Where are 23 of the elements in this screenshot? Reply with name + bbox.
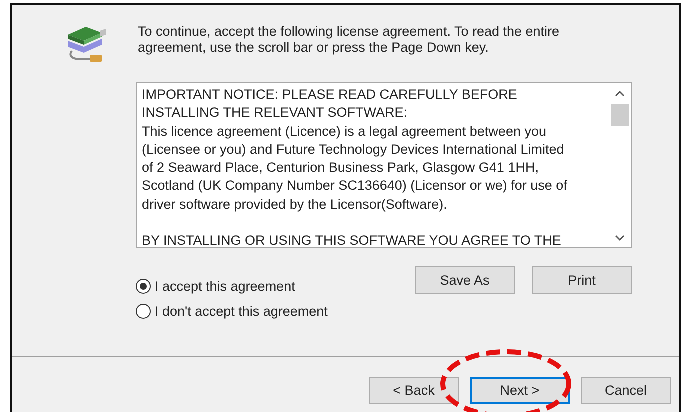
instruction-text: agreement, use the scroll bar or press the Page Down key.: [138, 40, 490, 56]
radio-option[interactable]: I don't accept this agreement: [136, 299, 328, 324]
nav-button[interactable]: Cancel: [581, 377, 671, 404]
license-text-line: BY INSTALLING OR USING THIS SOFTWARE YOU AGREE TO THE: [142, 232, 562, 247]
license-text-line: (Licensee or you) and Future Technology Devices International Limited: [142, 140, 566, 159]
license-text-line: Scotland (UK Company Number SC136640) (Licensor or we) for use of: [142, 177, 568, 196]
instruction-text: To continue, accept the following license agreement. To read the entire: [138, 24, 560, 40]
license-text-line: INSTALLING THE RELEVANT SOFTWARE:: [142, 104, 409, 122]
radio-option[interactable]: I accept this agreement: [136, 274, 296, 299]
radio-button[interactable]: [136, 304, 151, 319]
license-text-area[interactable]: [136, 82, 632, 248]
scroll-down-icon[interactable]: [615, 235, 625, 241]
license-text-line: IMPORTANT NOTICE: PLEASE READ CAREFULLY BEFORE: [142, 86, 518, 104]
scroll-thumb[interactable]: [611, 104, 629, 126]
radio-button[interactable]: [136, 279, 151, 294]
nav-button[interactable]: < Back: [369, 377, 459, 404]
action-button[interactable]: Save As: [415, 266, 515, 294]
license-text-line: This licence agreement (Licence) is a legal agreement between you: [142, 122, 548, 141]
license-text-line: driver software provided by the Licensor(Software).: [142, 196, 448, 214]
license-text-line: of 2 Seaward Place, Centurion Business Park, Glasgow G41 1HH,: [142, 159, 540, 178]
nav-button[interactable]: Next >: [470, 377, 570, 404]
action-button[interactable]: Print: [532, 266, 632, 294]
scroll-up-icon[interactable]: [615, 91, 625, 97]
